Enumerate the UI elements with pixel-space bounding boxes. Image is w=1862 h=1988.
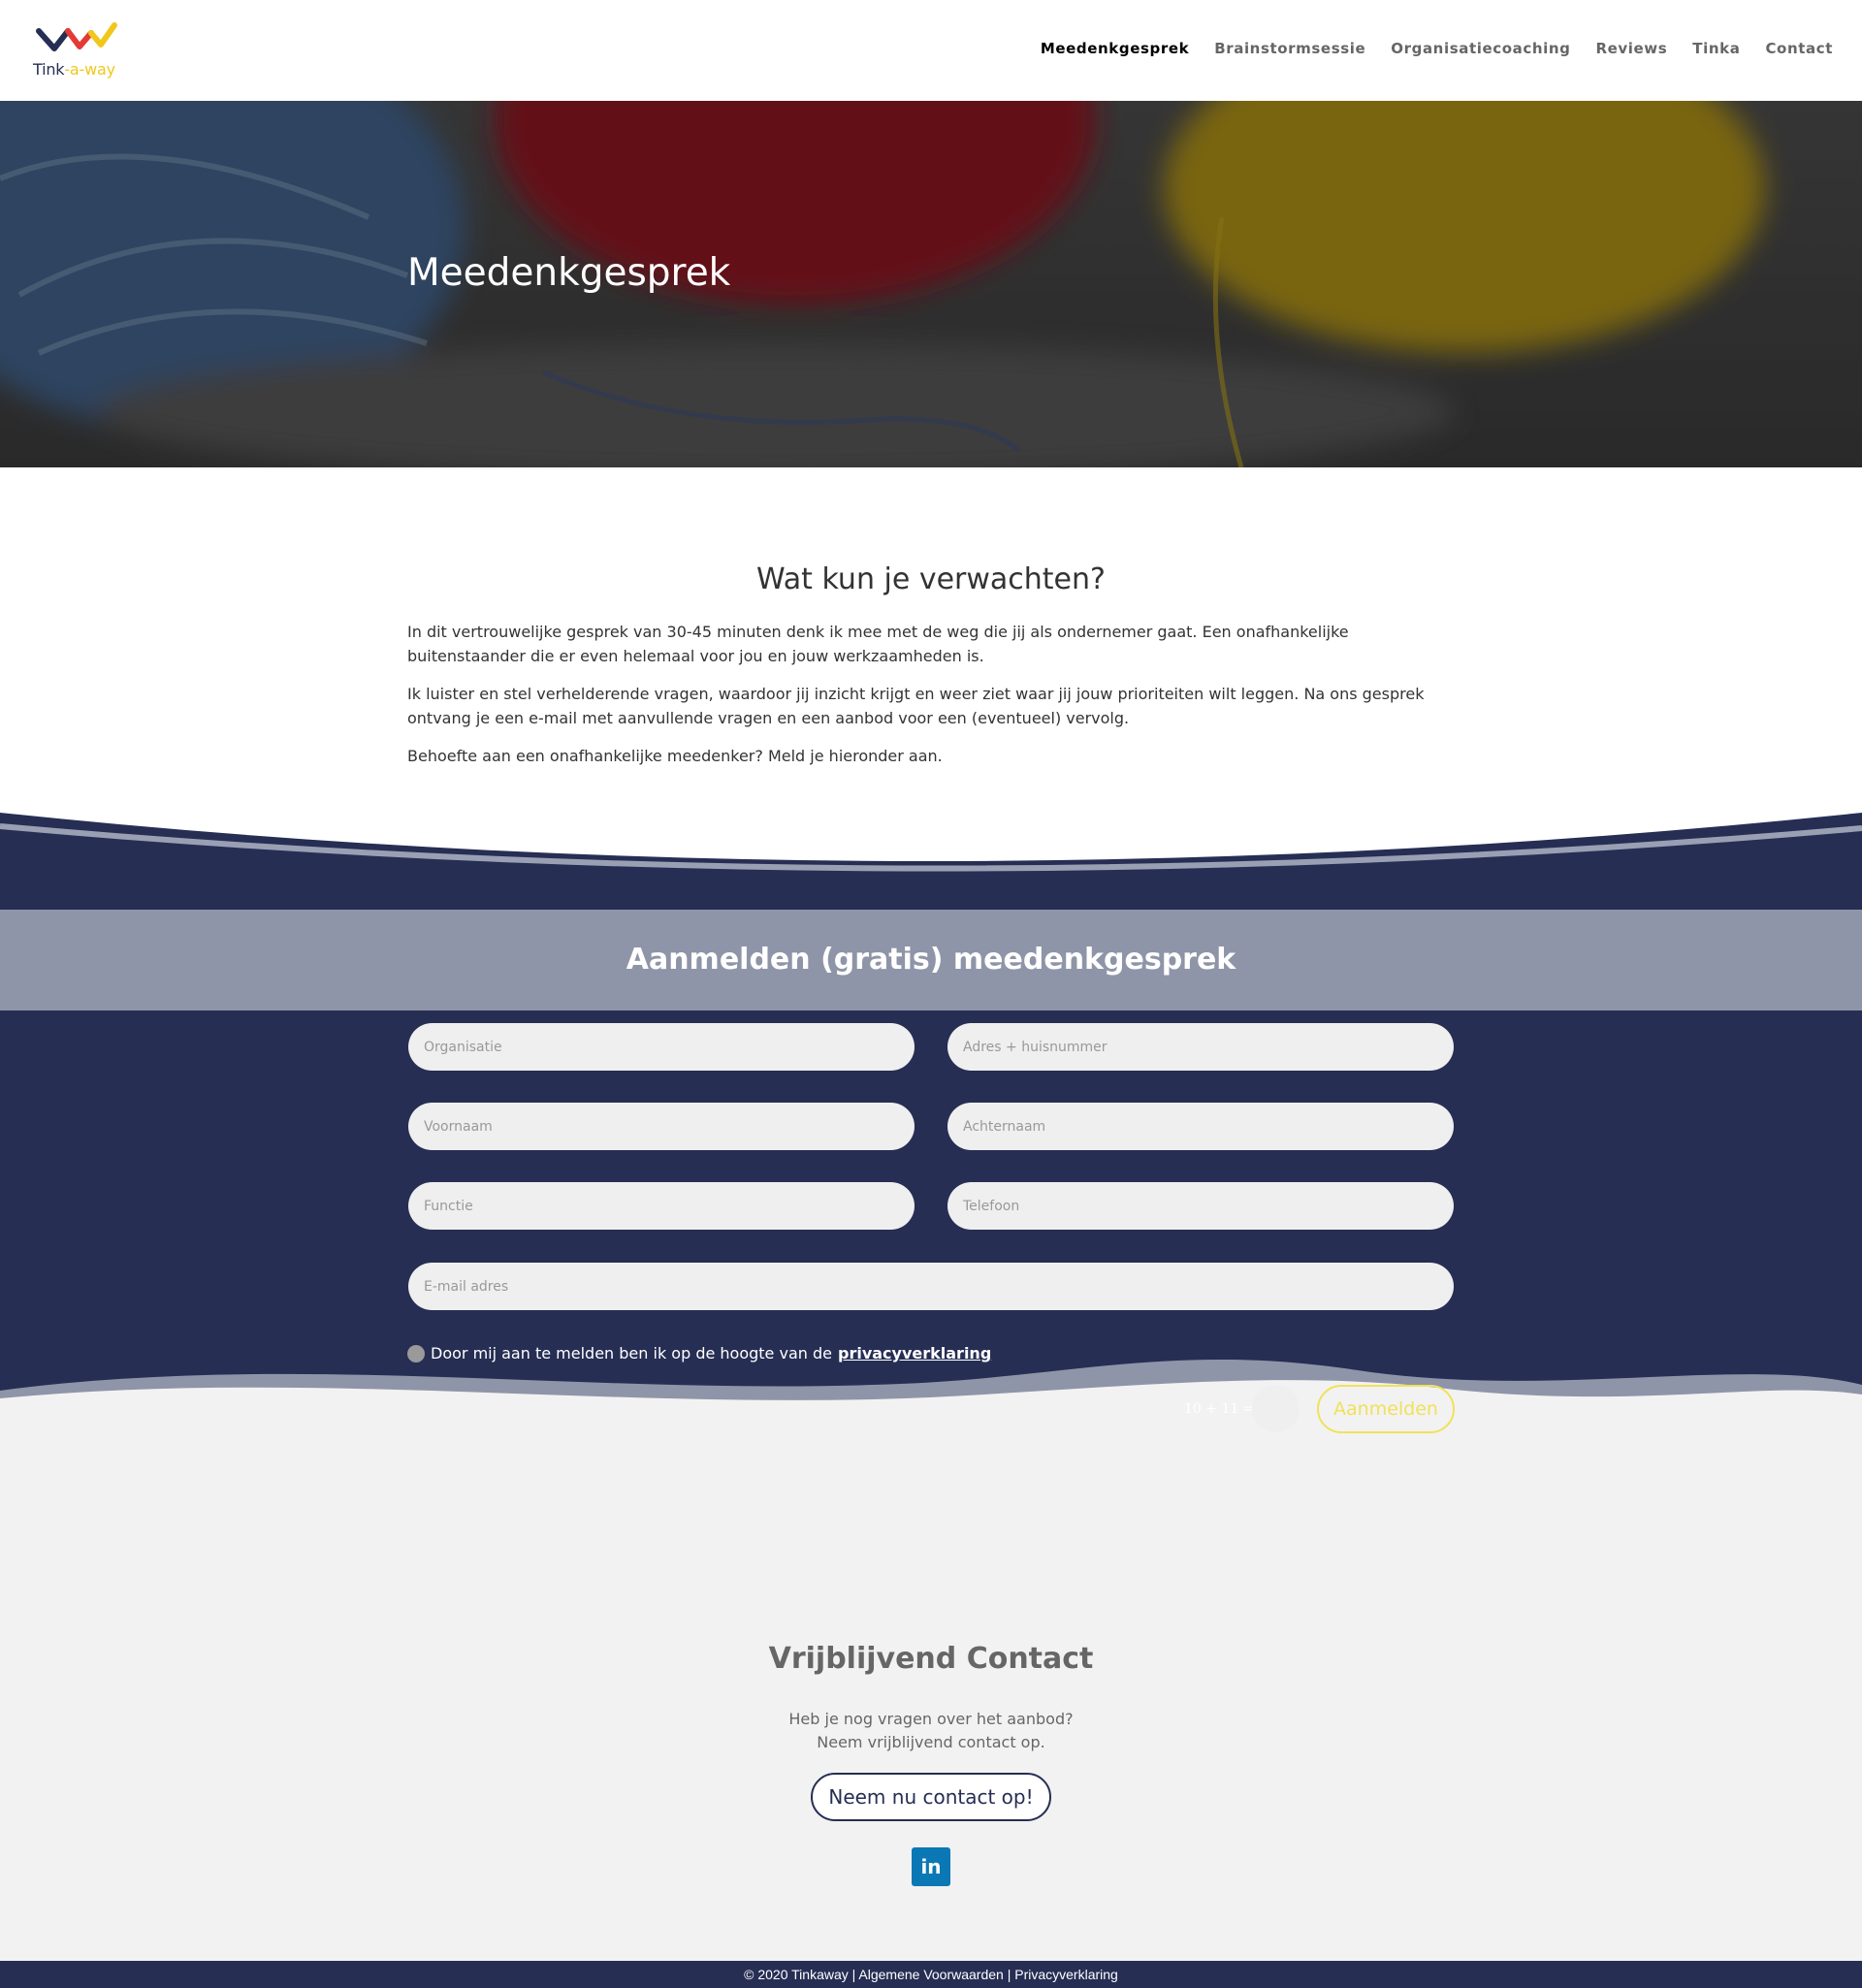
contact-line-1: Heb je nog vragen over het aanbod? <box>788 1710 1074 1728</box>
voornaam-input[interactable]: Voornaam <box>408 1103 915 1150</box>
hero-title: Meedenkgesprek <box>407 251 731 295</box>
main-nav: Meedenkgesprek Brainstormsessie Organisa… <box>1041 40 1833 57</box>
telefoon-input[interactable]: Telefoon <box>947 1182 1454 1230</box>
contact-section: Vrijblijvend Contact Heb je nog vragen o… <box>0 1550 1862 1961</box>
contact-button[interactable]: Neem nu contact op! <box>811 1773 1051 1821</box>
intro-heading: Wat kun je verwachten? <box>756 562 1106 596</box>
functie-input[interactable]: Functie <box>408 1182 915 1230</box>
site-header: Tink-a-way Meedenkgesprek Brainstormsess… <box>0 0 1862 101</box>
privacy-consent: Door mij aan te melden ben ik op de hoog… <box>407 1344 991 1363</box>
nav-meedenkgesprek[interactable]: Meedenkgesprek <box>1041 40 1189 57</box>
logo-text: Tink-a-way <box>33 60 115 79</box>
logo[interactable]: Tink-a-way <box>33 19 130 81</box>
nav-organisatiecoaching[interactable]: Organisatiecoaching <box>1391 40 1570 57</box>
nav-reviews[interactable]: Reviews <box>1595 40 1667 57</box>
form-heading: Aanmelden (gratis) meedenkgesprek <box>626 943 1236 977</box>
privacy-link[interactable]: privacyverklaring <box>838 1344 991 1363</box>
intro-section: Wat kun je verwachten? In dit vertrouwel… <box>407 562 1455 782</box>
intro-paragraph-3: Behoefte aan een onafhankelijke meedenke… <box>407 747 943 765</box>
contact-heading: Vrijblijvend Contact <box>768 1642 1094 1676</box>
consent-checkbox[interactable] <box>407 1344 425 1363</box>
yarn-background-image <box>0 101 1862 467</box>
consent-text: Door mij aan te melden ben ik op de hoog… <box>431 1344 832 1363</box>
form-heading-bar: Aanmelden (gratis) meedenkgesprek <box>0 910 1862 1010</box>
captcha-label: 10 + 11 = <box>1184 1401 1255 1417</box>
submit-button[interactable]: Aanmelden <box>1317 1385 1455 1433</box>
email-input[interactable]: E-mail adres <box>408 1263 1454 1310</box>
hero-banner: Meedenkgesprek <box>0 101 1862 467</box>
achternaam-input[interactable]: Achternaam <box>947 1103 1454 1150</box>
nav-brainstormsessie[interactable]: Brainstormsessie <box>1214 40 1365 57</box>
logo-mark-icon <box>36 22 117 51</box>
linkedin-icon[interactable]: in <box>912 1847 950 1886</box>
contact-line-2: Neem vrijblijvend contact op. <box>817 1733 1045 1751</box>
nav-tinka[interactable]: Tinka <box>1692 40 1740 57</box>
captcha-input[interactable] <box>1252 1385 1300 1432</box>
intro-paragraph-1: In dit vertrouwelijke gesprek van 30-45 … <box>407 623 1349 665</box>
nav-contact[interactable]: Contact <box>1765 40 1833 57</box>
organisatie-input[interactable]: Organisatie <box>408 1023 915 1071</box>
adres-input[interactable]: Adres + huisnummer <box>947 1023 1454 1071</box>
footer: © 2020 Tinkaway | Algemene Voorwaarden |… <box>0 1961 1862 1988</box>
intro-paragraph-2: Ik luister en stel verhelderende vragen,… <box>407 685 1425 727</box>
